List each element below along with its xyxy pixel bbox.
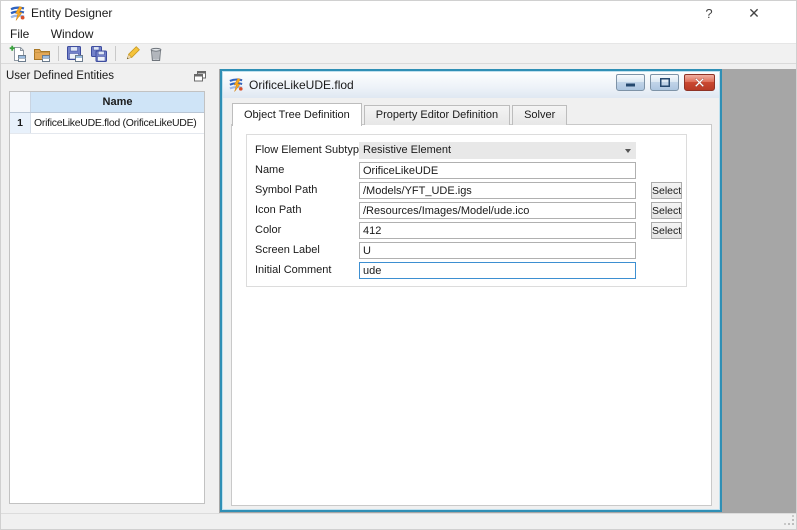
name-column-header[interactable]: Name — [31, 92, 204, 112]
new-entity-button[interactable] — [6, 44, 30, 63]
dock-float-button[interactable] — [193, 70, 207, 83]
main-area: User Defined Entities Name 1 OrificeLike… — [1, 64, 797, 513]
entity-name-cell: OrificeLikeUDE.flod (OrificeLikeUDE) — [31, 113, 204, 133]
save-all-button[interactable] — [87, 44, 111, 63]
entity-designer-window: Entity Designer ? ✕ File Window — [0, 0, 797, 530]
form-row-symbol-path: Symbol Path Select — [247, 182, 686, 200]
app-logo-icon — [9, 5, 26, 22]
document-title-bar[interactable]: OrificeLikeUDE.flod — [223, 72, 719, 98]
initial-comment-input[interactable] — [359, 262, 636, 279]
open-entity-button[interactable] — [30, 44, 54, 63]
table-corner-cell — [10, 92, 31, 112]
close-icon — [695, 78, 704, 87]
save-all-icon — [90, 45, 108, 63]
select-symbol-path-button[interactable]: Select — [651, 182, 682, 199]
table-header-row: Name — [10, 92, 204, 113]
symbol-path-input[interactable] — [359, 182, 636, 199]
menu-file[interactable]: File — [1, 26, 38, 42]
entity-properties-groupbox: Flow Element Subtype Resistive Element N… — [246, 134, 687, 287]
delete-entity-button[interactable] — [144, 44, 168, 63]
resize-grip[interactable] — [784, 515, 795, 529]
edit-entity-button[interactable] — [120, 44, 144, 63]
screen-label-input[interactable] — [359, 242, 636, 259]
form-row-initial-comment: Initial Comment — [247, 262, 686, 280]
menu-window[interactable]: Window — [42, 26, 103, 42]
restore-button[interactable] — [650, 74, 679, 91]
color-label: Color — [255, 224, 281, 236]
object-tree-definition-page: Flow Element Subtype Resistive Element N… — [231, 124, 712, 506]
document-window: OrificeLikeUDE.flod — [220, 69, 722, 512]
document-icon — [228, 77, 244, 93]
form-row-flow-element-subtype: Flow Element Subtype Resistive Element — [247, 142, 686, 160]
form-row-icon-path: Icon Path Select — [247, 202, 686, 220]
tab-object-tree-definition[interactable]: Object Tree Definition — [232, 103, 362, 126]
resize-grip-icon — [784, 515, 795, 526]
select-color-button[interactable]: Select — [651, 222, 682, 239]
restore-icon — [660, 78, 670, 87]
icon-path-label: Icon Path — [255, 204, 301, 216]
select-icon-path-button[interactable]: Select — [651, 202, 682, 219]
form-row-name: Name — [247, 162, 686, 180]
flow-element-subtype-combobox[interactable]: Resistive Element — [359, 142, 636, 159]
screen-label-label: Screen Label — [255, 244, 320, 256]
icon-path-input[interactable] — [359, 202, 636, 219]
mdi-area: OrificeLikeUDE.flod — [219, 69, 797, 513]
form-row-screen-label: Screen Label — [247, 242, 686, 260]
minimize-button[interactable] — [616, 74, 645, 91]
name-label: Name — [255, 164, 284, 176]
window-title: Entity Designer — [31, 6, 112, 20]
color-input[interactable] — [359, 222, 636, 239]
tab-property-editor-definition[interactable]: Property Editor Definition — [364, 105, 510, 125]
pencil-icon — [123, 45, 141, 63]
title-bar: Entity Designer ? ✕ — [1, 1, 797, 26]
document-tabs: Object Tree Definition Property Editor D… — [232, 102, 569, 125]
initial-comment-label: Initial Comment — [255, 264, 331, 276]
table-row[interactable]: 1 OrificeLikeUDE.flod (OrificeLikeUDE) — [10, 113, 204, 134]
document-title: OrificeLikeUDE.flod — [249, 78, 354, 92]
toolbar — [1, 43, 797, 64]
row-number-cell: 1 — [10, 113, 31, 133]
menu-bar: File Window — [1, 26, 797, 43]
symbol-path-label: Symbol Path — [255, 184, 317, 196]
caption-buttons — [616, 74, 715, 91]
open-folder-icon — [33, 45, 51, 63]
new-file-icon — [9, 45, 27, 63]
help-button[interactable]: ? — [693, 1, 725, 26]
chevron-down-icon — [625, 149, 631, 153]
entities-table: Name 1 OrificeLikeUDE.flod (OrificeLikeU… — [9, 91, 205, 504]
minimize-icon — [626, 78, 635, 87]
trash-icon — [147, 45, 165, 63]
save-entity-button[interactable] — [63, 44, 87, 63]
status-bar — [1, 513, 797, 530]
flow-element-subtype-label: Flow Element Subtype — [255, 144, 365, 156]
toolbar-separator — [58, 46, 59, 61]
toolbar-separator — [115, 46, 116, 61]
float-window-icon — [194, 71, 206, 82]
tab-solver[interactable]: Solver — [512, 105, 567, 125]
form-row-color: Color Select — [247, 222, 686, 240]
close-window-button[interactable]: ✕ — [738, 1, 770, 26]
dock-panel-title: User Defined Entities — [6, 70, 114, 82]
name-input[interactable] — [359, 162, 636, 179]
combobox-value: Resistive Element — [363, 144, 451, 156]
close-document-button[interactable] — [684, 74, 715, 91]
save-icon — [66, 45, 84, 63]
